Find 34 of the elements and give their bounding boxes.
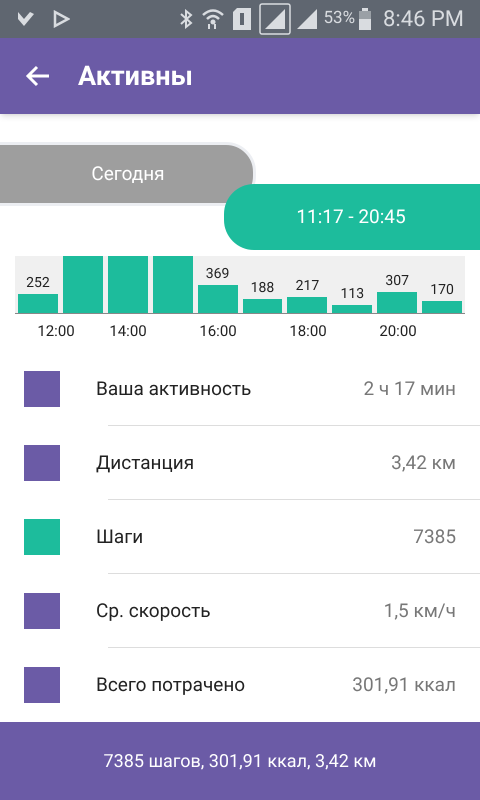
wifi-icon (201, 8, 226, 30)
stat-label: Ср. скорость (96, 598, 211, 624)
axis-label: 18:00 (289, 321, 327, 342)
time-range-tab[interactable]: 11:17 - 20:45 (224, 184, 480, 250)
stat-label: Всего потрачено (96, 672, 246, 698)
axis-label: 16:00 (199, 321, 237, 342)
axis-label: 12:00 (37, 321, 75, 342)
bar-value: 252 (26, 276, 50, 290)
bar-value: 369 (206, 266, 230, 280)
bluetooth-icon (179, 9, 194, 29)
period-tab[interactable]: Сегодня (0, 142, 256, 206)
stat-label: Ваша активность (96, 376, 252, 402)
battery-percent: 53% (323, 7, 356, 30)
axis-label: 14:00 (109, 321, 147, 342)
stat-value: 7385 (413, 524, 456, 550)
summary-text: 7385 шагов, 301,91 ккал, 3,42 км (104, 750, 376, 774)
clock: 8:46 PM (383, 6, 464, 34)
battery-icon (359, 8, 372, 30)
stat-label: Дистанция (96, 450, 194, 476)
bar-value: 188 (250, 281, 274, 296)
bar-value: 217 (296, 279, 320, 294)
signal-icon (295, 7, 320, 31)
signal-icon (259, 3, 292, 35)
stat-label: Шаги (96, 524, 144, 550)
bar-value: 307 (385, 274, 409, 288)
stat-value: 2 ч 17 мин (363, 376, 456, 402)
bar-value: 170 (430, 283, 454, 298)
stat-value: 301,91 ккал (352, 672, 456, 698)
bar-value: 113 (340, 287, 364, 302)
stat-value: 3,42 км (391, 450, 456, 476)
screen-title: Активны (78, 58, 193, 94)
axis-label: 20:00 (379, 321, 417, 342)
sim-card-icon (233, 8, 252, 30)
stat-value: 1,5 км/ч (384, 598, 456, 624)
